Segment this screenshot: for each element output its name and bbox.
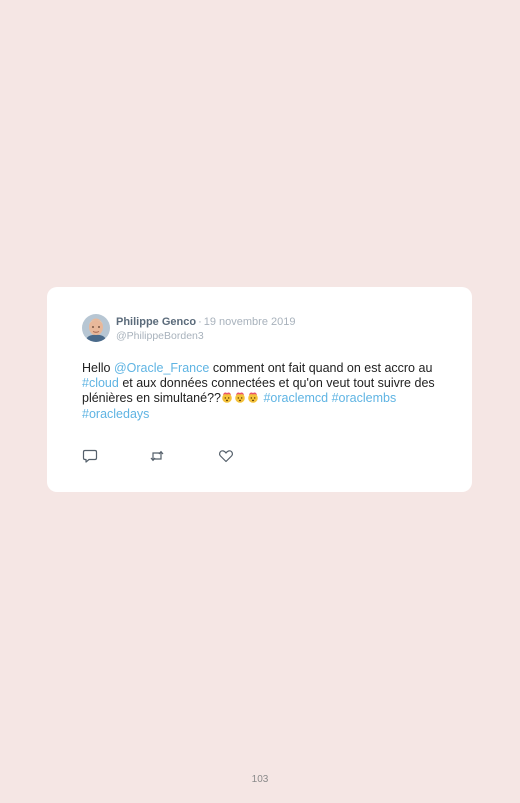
tweet-text-part: comment ont fait quand on est accro au [209,361,433,375]
reply-icon[interactable] [82,448,98,464]
hashtag-oraclemcd-link[interactable]: #oraclemcd [263,391,328,405]
exploding-head-emoji [222,392,232,403]
exploding-head-emoji [248,392,258,403]
mention-link[interactable]: @Oracle_France [114,361,209,375]
author-handle[interactable]: @PhilippeBorden3 [116,330,204,342]
tweet-text: Hello @Oracle_France comment ont fait qu… [82,361,447,422]
hashtag-cloud-link[interactable]: #cloud [82,376,119,390]
hashtag-oraclembs-link[interactable]: #oraclembs [332,391,397,405]
tweet-date[interactable]: 19 novembre 2019 [204,316,296,328]
author-name[interactable]: Philippe Genco [116,316,196,328]
tweet-card: Philippe Genco · 19 novembre 2019 @Philipp… [47,287,472,492]
heart-icon[interactable] [218,448,234,464]
separator-dot: · [198,316,202,328]
emoji-group [221,391,260,407]
hashtag-oracledays-link[interactable]: #oracledays [82,407,149,421]
page-number: 103 [251,774,269,785]
tweet-text-part: Hello [82,361,114,375]
tweet-header: Philippe Genco · 19 novembre 2019 [116,316,295,328]
avatar[interactable] [82,314,110,342]
exploding-head-emoji [235,392,245,403]
retweet-icon[interactable] [149,448,165,464]
